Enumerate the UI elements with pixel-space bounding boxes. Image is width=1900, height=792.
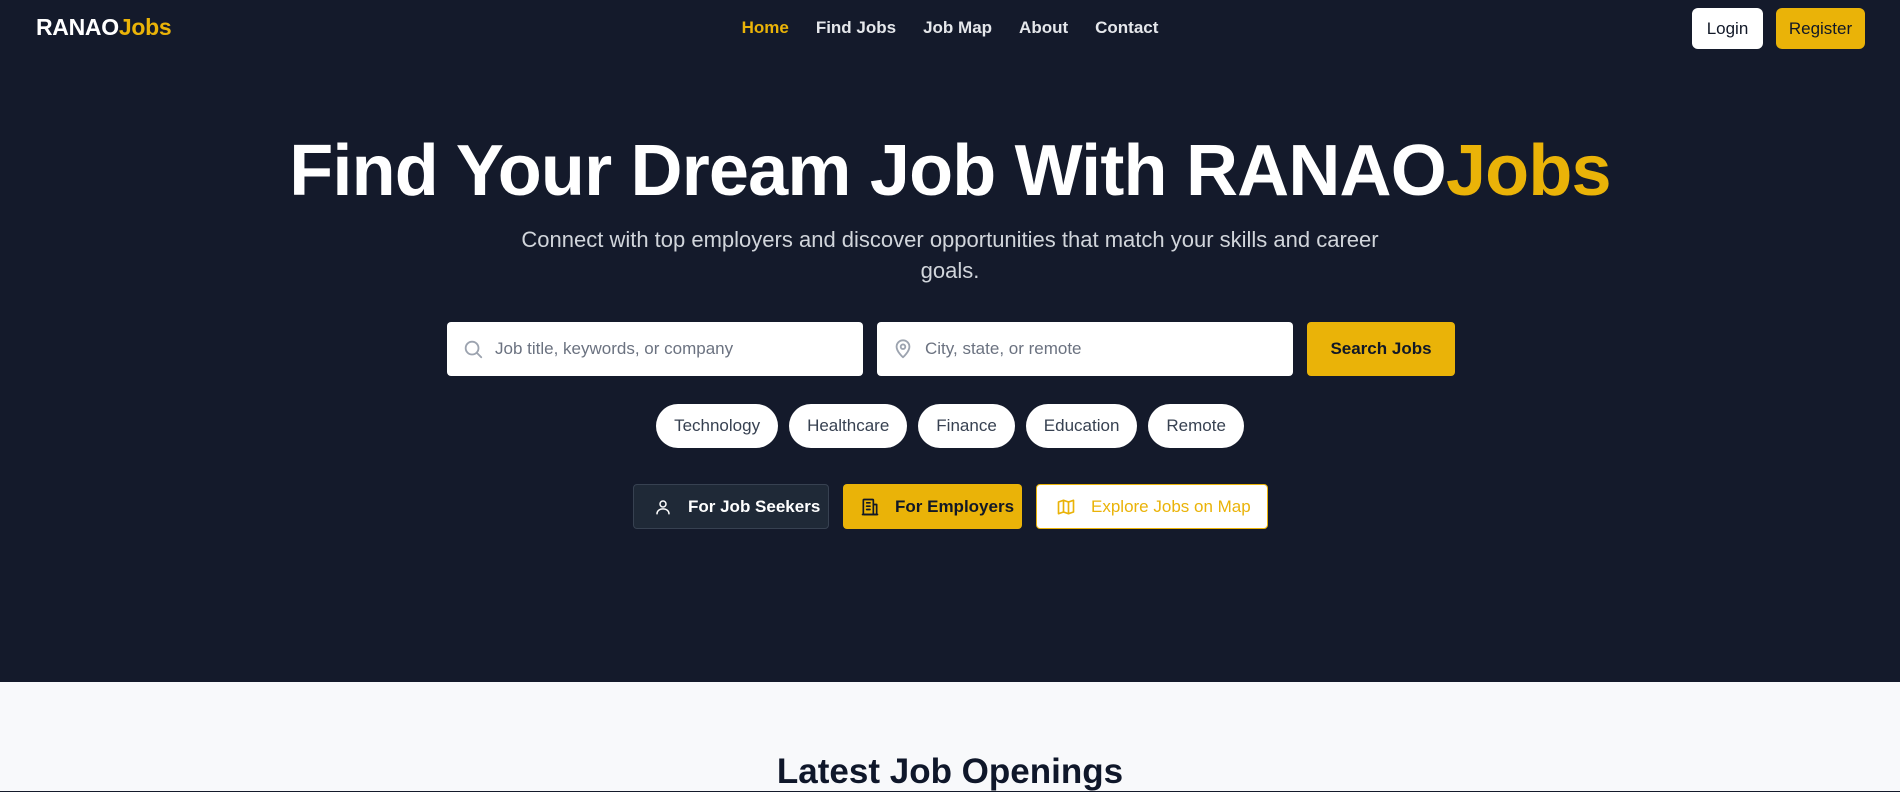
nav-link-job-map[interactable]: Job Map (923, 18, 992, 38)
nav-link-contact[interactable]: Contact (1095, 18, 1158, 38)
category-chip-finance[interactable]: Finance (918, 404, 1015, 448)
location-search-field[interactable] (877, 322, 1293, 376)
location-search-input[interactable] (925, 339, 1265, 359)
hero-headline-accent: Jobs (1445, 131, 1612, 211)
for-job-seekers-button[interactable]: For Job Seekers (633, 484, 829, 529)
category-chip-technology[interactable]: Technology (656, 404, 779, 448)
register-button[interactable]: Register (1776, 8, 1865, 49)
category-chips: Technology Healthcare Finance Education … (0, 404, 1900, 448)
login-button[interactable]: Login (1692, 8, 1763, 49)
for-employers-label: For Employers (895, 496, 1015, 516)
category-chip-healthcare[interactable]: Healthcare (789, 404, 908, 448)
user-icon (652, 496, 674, 518)
explore-jobs-on-map-button[interactable]: Explore Jobs on Map (1036, 484, 1268, 529)
for-employers-button[interactable]: For Employers (843, 484, 1022, 529)
latest-jobs-title: Latest Job Openings (776, 752, 1124, 791)
map-icon (1055, 496, 1077, 518)
explore-jobs-on-map-label: Explore Jobs on Map (1091, 496, 1251, 516)
hero-headline: Find Your Dream Job With RANAOJobs (0, 132, 1900, 210)
search-jobs-button[interactable]: Search Jobs (1307, 322, 1455, 376)
keyword-search-field[interactable] (447, 322, 863, 376)
nav-links: Home Find Jobs Job Map About Contact (0, 18, 1900, 38)
hero-subtitle: Connect with top employers and discover … (521, 227, 1379, 283)
top-navbar: RANAOJobs Home Find Jobs Job Map About C… (0, 0, 1900, 58)
nav-link-find-jobs[interactable]: Find Jobs (816, 18, 896, 38)
latest-jobs-section: Latest Job Openings (0, 682, 1900, 791)
nav-link-about[interactable]: About (1019, 18, 1068, 38)
hero-section: RANAOJobs Home Find Jobs Job Map About C… (0, 0, 1900, 682)
nav-link-home[interactable]: Home (742, 18, 789, 38)
building-icon (859, 496, 881, 518)
search-icon (461, 337, 485, 361)
category-chip-education[interactable]: Education (1025, 404, 1138, 448)
keyword-search-input[interactable] (495, 339, 835, 359)
category-chip-remote[interactable]: Remote (1148, 404, 1244, 448)
for-job-seekers-label: For Job Seekers (688, 496, 821, 516)
hero-headline-main: Find Your Dream Job With RANAO (289, 131, 1447, 211)
map-pin-icon (891, 337, 915, 361)
